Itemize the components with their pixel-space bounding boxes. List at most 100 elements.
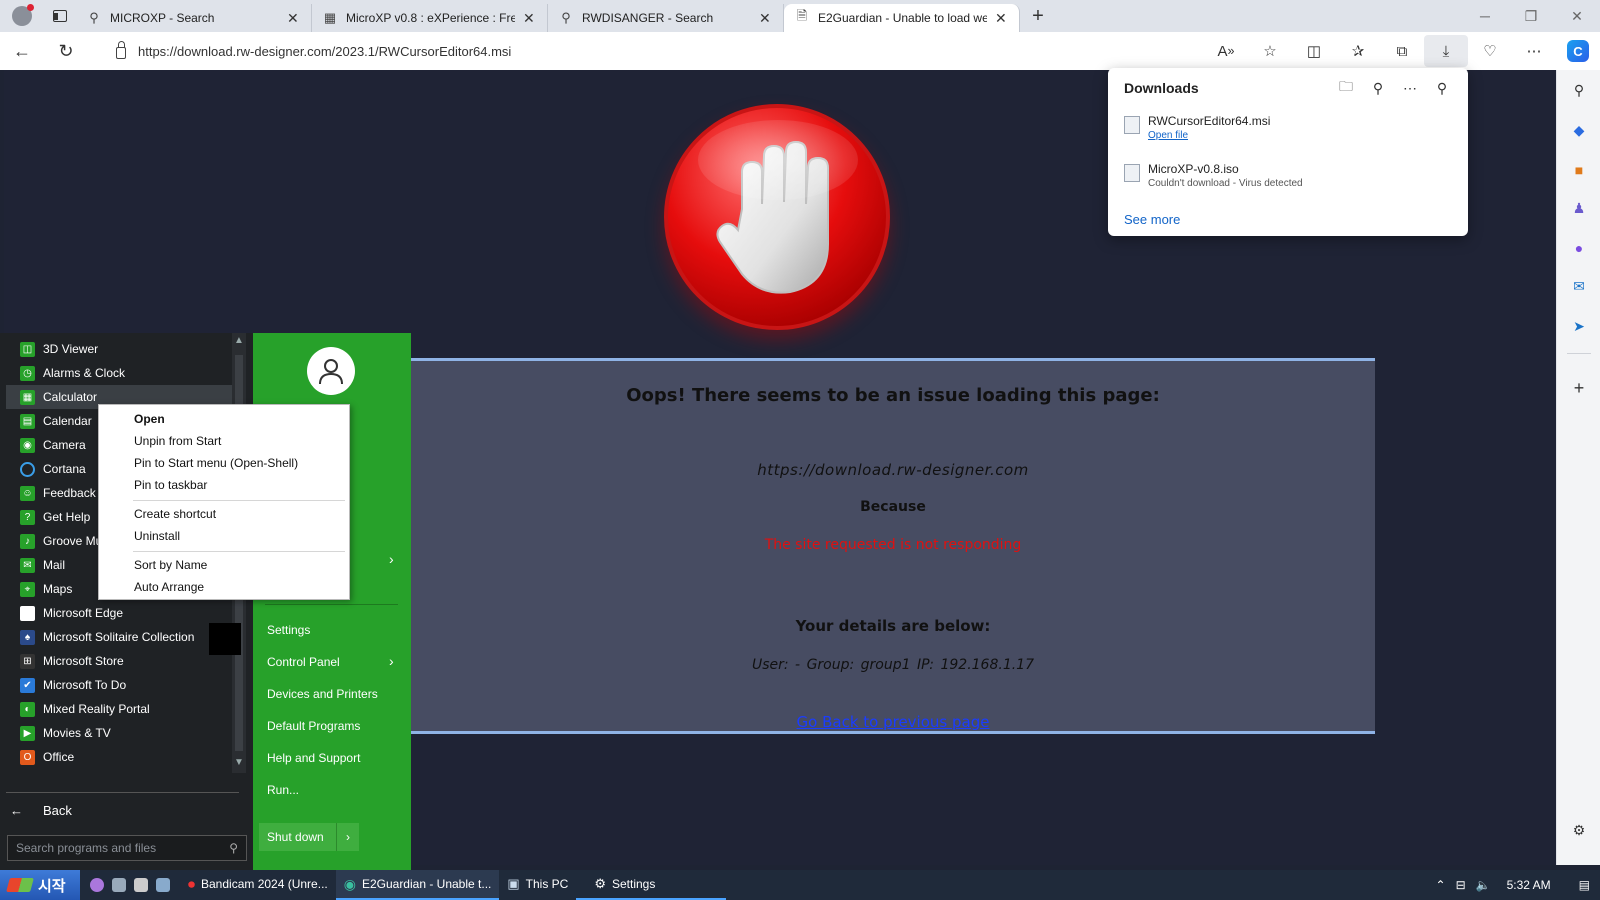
list-item[interactable]: ⊞ Microsoft Store: [6, 649, 232, 673]
sidebar-settings-icon[interactable]: ⚙: [1569, 820, 1589, 840]
app-tile-icon: ◐: [20, 701, 35, 717]
list-item[interactable]: ◷ Alarms & Clock: [6, 361, 232, 385]
open-file-link[interactable]: Open file: [1148, 130, 1188, 141]
context-auto-arrange[interactable]: Auto Arrange: [134, 580, 204, 594]
list-item[interactable]: ▶ Movies & TV: [6, 721, 232, 745]
user-icon: [319, 359, 343, 385]
desktop-quicklaunch-icon[interactable]: [112, 878, 126, 892]
search-icon: ⚲: [89, 10, 99, 25]
profile-avatar-icon: [12, 4, 34, 26]
context-pin-taskbar[interactable]: Pin to taskbar: [134, 478, 207, 492]
menu-default-programs[interactable]: Default Programs: [267, 719, 360, 733]
minimize-icon[interactable]: ─: [1462, 0, 1508, 32]
user-avatar[interactable]: [307, 347, 355, 395]
more-options-icon[interactable]: ⋯: [1396, 76, 1424, 100]
show-hidden-icons-icon[interactable]: ⌃: [1436, 878, 1446, 892]
see-more-link[interactable]: See more: [1124, 212, 1180, 227]
tab-microxp-archive[interactable]: ▦ MicroXP v0.8 : eXPerience : Free ✕: [312, 4, 548, 32]
favorite-star-icon[interactable]: ☆: [1248, 35, 1292, 67]
list-item[interactable]: ✔ Microsoft To Do: [6, 673, 232, 697]
download-item[interactable]: MicroXP-v0.8.iso Couldn't download - Vir…: [1124, 160, 1454, 200]
scroll-down-icon[interactable]: ▼: [232, 757, 246, 768]
tools-icon[interactable]: ■: [1569, 160, 1589, 180]
browser-essentials-icon[interactable]: ♡: [1468, 35, 1512, 67]
shutdown-button[interactable]: Shut down ›: [259, 823, 359, 851]
cortana-icon: [20, 461, 35, 477]
open-folder-icon[interactable]: 🗀: [1332, 76, 1360, 100]
tab-microxp-search[interactable]: ⚲ MICROXP - Search ✕: [76, 4, 312, 32]
menu-devices-printers[interactable]: Devices and Printers: [267, 687, 378, 701]
back-arrow-icon[interactable]: ←: [0, 41, 44, 62]
back-button[interactable]: ← Back: [10, 803, 72, 818]
shopping-tag-icon[interactable]: ◆: [1569, 120, 1589, 140]
search-input[interactable]: Search programs and files ⚲: [7, 835, 247, 861]
close-tab-icon[interactable]: ✕: [759, 10, 773, 27]
volume-muted-icon[interactable]: 🔈: [1476, 878, 1491, 892]
search-icon[interactable]: ⚲: [1569, 80, 1589, 100]
split-screen-icon[interactable]: ◫: [1292, 35, 1336, 67]
chevron-right-icon[interactable]: ›: [337, 823, 359, 851]
context-create-shortcut[interactable]: Create shortcut: [134, 507, 216, 521]
drop-send-icon[interactable]: ➤: [1569, 316, 1589, 336]
context-sort-by-name[interactable]: Sort by Name: [134, 558, 207, 572]
submenu-arrow-icon[interactable]: ›: [389, 653, 394, 669]
address-bar[interactable]: https://download.rw-designer.com/2023.1/…: [104, 36, 1214, 66]
download-item[interactable]: RWCursorEditor64.msi Open file: [1124, 112, 1454, 152]
menu-settings[interactable]: Settings: [267, 623, 310, 637]
task-e2guardian[interactable]: ◉ E2Guardian - Unable t...: [335, 870, 500, 900]
submenu-arrow-icon[interactable]: ›: [389, 551, 394, 567]
restore-icon[interactable]: ❐: [1508, 0, 1554, 32]
games-icon[interactable]: ♟: [1569, 198, 1589, 218]
close-tab-icon[interactable]: ✕: [287, 10, 301, 27]
window-quicklaunch-icon[interactable]: [134, 878, 148, 892]
task-settings[interactable]: ⚙ Settings: [576, 870, 727, 900]
menu-control-panel[interactable]: Control Panel: [267, 655, 340, 669]
menu-help-support[interactable]: Help and Support: [267, 751, 360, 765]
microsoft-365-icon[interactable]: ●: [1569, 238, 1589, 258]
tab-actions-button[interactable]: [44, 10, 76, 22]
list-item[interactable]: ◐ Mixed Reality Portal: [6, 697, 232, 721]
notification-icon[interactable]: ▤: [1579, 878, 1590, 892]
pin-icon[interactable]: ⚲: [1428, 76, 1456, 100]
context-pin-open-shell[interactable]: Pin to Start menu (Open-Shell): [134, 456, 298, 470]
menu-run[interactable]: Run...: [267, 783, 299, 797]
refresh-icon[interactable]: ↻: [44, 41, 88, 62]
task-this-pc[interactable]: ▣ This PC: [499, 870, 576, 900]
collections-icon[interactable]: ⧉: [1380, 35, 1424, 67]
tab-e2guardian[interactable]: 🗎 E2Guardian - Unable to load web ✕: [784, 4, 1020, 32]
start-button[interactable]: 시작: [0, 870, 80, 900]
profile-button[interactable]: [0, 0, 44, 32]
close-tab-icon[interactable]: ✕: [523, 10, 537, 27]
favorites-icon[interactable]: ✰: [1336, 35, 1380, 67]
go-back-link[interactable]: Go Back to previous page: [411, 713, 1375, 731]
context-unpin-start[interactable]: Unpin from Start: [134, 434, 221, 448]
list-item[interactable]: ◫ 3D Viewer: [6, 337, 232, 361]
scroll-up-icon[interactable]: ▲: [232, 335, 246, 346]
search-downloads-icon[interactable]: ⚲: [1364, 76, 1392, 100]
list-item[interactable]: O Office: [6, 745, 232, 769]
close-tab-icon[interactable]: ✕: [995, 10, 1009, 27]
add-sidebar-icon[interactable]: +: [1569, 378, 1589, 398]
copilot-button[interactable]: C: [1556, 35, 1600, 67]
downloads-icon[interactable]: ⤓: [1424, 35, 1468, 67]
search-placeholder: Search programs and files: [16, 841, 157, 855]
address-url[interactable]: https://download.rw-designer.com/2023.1/…: [138, 44, 511, 59]
tab-rwdisanger-search[interactable]: ⚲ RWDISANGER - Search ✕: [548, 4, 784, 32]
clock[interactable]: 5:32 AM: [1507, 878, 1551, 892]
app-quicklaunch-icon[interactable]: [90, 878, 104, 892]
close-window-icon[interactable]: ✕: [1554, 0, 1600, 32]
details-heading: Your details are below:: [795, 617, 991, 635]
cube-quicklaunch-icon[interactable]: [156, 878, 170, 892]
list-item[interactable]: ♠ Microsoft Solitaire Collection: [6, 625, 232, 649]
read-aloud-icon[interactable]: A»: [1204, 35, 1248, 67]
network-icon[interactable]: ⊟: [1456, 878, 1466, 892]
lock-icon[interactable]: [116, 40, 126, 59]
app-label: Office: [43, 750, 75, 764]
context-open[interactable]: Open: [134, 412, 165, 426]
list-item[interactable]: Microsoft Edge: [6, 601, 232, 625]
new-tab-button[interactable]: +: [1020, 5, 1056, 28]
task-bandicam[interactable]: ⏺ Bandicam 2024 (Unre...: [180, 870, 336, 900]
outlook-icon[interactable]: ✉: [1569, 276, 1589, 296]
more-menu-icon[interactable]: ⋯: [1512, 35, 1556, 67]
context-uninstall[interactable]: Uninstall: [134, 529, 180, 543]
